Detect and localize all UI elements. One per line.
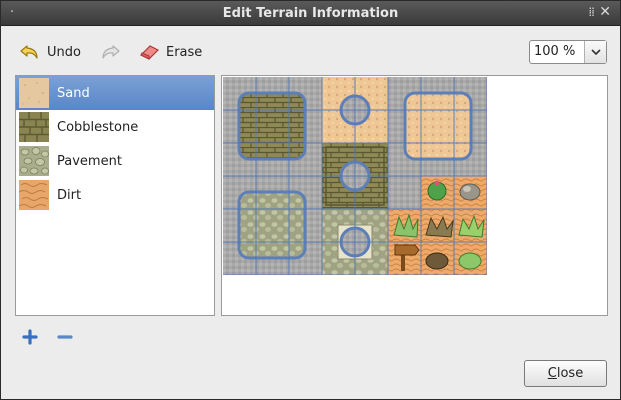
plus-icon [22, 329, 38, 349]
close-label: lose [556, 366, 584, 381]
redo-icon [99, 41, 121, 63]
erase-label: Erase [166, 44, 203, 60]
terrain-item-dirt[interactable]: Dirt [16, 178, 214, 212]
zoom-value: 100 % [534, 44, 576, 59]
remove-terrain-button[interactable] [56, 330, 74, 348]
chevron-down-icon [590, 45, 601, 60]
minus-icon [57, 329, 73, 349]
tileset-canvas[interactable] [223, 77, 487, 275]
window-title: Edit Terrain Information [222, 6, 399, 21]
terrain-name: Cobblestone [57, 119, 139, 135]
dirt-swatch-icon [19, 180, 49, 210]
window-close-icon[interactable]: ✕ [599, 4, 611, 20]
zoom-dropdown-button[interactable] [584, 41, 606, 63]
erase-button[interactable]: Erase [138, 39, 202, 65]
maximize-icon[interactable]: ⁞⁞ [588, 5, 595, 19]
undo-label: Undo [47, 44, 81, 60]
title-bar[interactable]: · Edit Terrain Information ⁞⁞ ✕ [1, 1, 620, 26]
edit-terrain-dialog: · Edit Terrain Information ⁞⁞ ✕ Undo Era… [0, 0, 621, 400]
tileset-view[interactable] [221, 75, 608, 316]
close-mnemonic: C [547, 366, 557, 381]
terrain-name: Dirt [57, 187, 82, 203]
terrain-item-pavement[interactable]: Pavement [16, 144, 214, 178]
terrain-item-sand[interactable]: Sand [16, 76, 214, 110]
sand-swatch-icon [19, 78, 49, 108]
terrain-list[interactable]: Sand Cobblestone Pavement Dirt [15, 75, 215, 316]
zoom-select[interactable]: 100 % [529, 40, 607, 64]
close-button[interactable]: Close [524, 360, 607, 387]
terrain-name: Pavement [57, 153, 122, 169]
undo-icon [19, 41, 41, 63]
undo-button[interactable]: Undo [19, 39, 81, 65]
redo-button[interactable] [99, 39, 121, 65]
add-terrain-button[interactable] [21, 329, 39, 349]
eraser-icon [138, 41, 160, 63]
terrain-item-cobblestone[interactable]: Cobblestone [16, 110, 214, 144]
cobblestone-swatch-icon [19, 112, 49, 142]
terrain-name: Sand [57, 85, 90, 101]
toolbar: Undo Erase 100 % [17, 39, 607, 65]
pavement-swatch-icon [19, 146, 49, 176]
